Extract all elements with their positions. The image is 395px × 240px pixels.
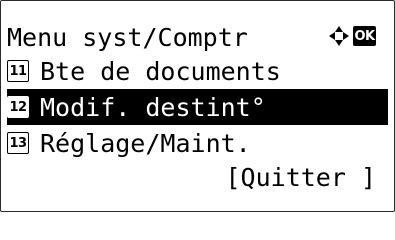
- menu-item-number: 12: [7, 96, 29, 118]
- footer-row: [Quitter ]: [7, 159, 388, 195]
- menu-item-reglage-maint[interactable]: 13 Réglage/Maint.: [7, 125, 388, 161]
- four-way-arrow-icon: [329, 26, 349, 46]
- menu-item-bte-de-documents[interactable]: 11 Bte de documents: [7, 53, 388, 89]
- nav-hint: OK: [328, 25, 376, 47]
- title-row: Menu syst/Comptr OK: [7, 19, 388, 55]
- menu-item-label: Modif. destint°: [40, 92, 266, 122]
- quit-softkey[interactable]: [Quitter ]: [225, 165, 388, 190]
- menu-item-number: 11: [7, 60, 29, 82]
- menu-item-number: 13: [7, 132, 29, 154]
- menu-item-label: Réglage/Maint.: [40, 128, 251, 158]
- lcd-screen: Menu syst/Comptr OK 11 Bte de documents …: [0, 0, 395, 212]
- screen-title: Menu syst/Comptr: [7, 22, 248, 52]
- menu-item-label: Bte de documents: [40, 56, 281, 86]
- ok-key-icon: OK: [353, 26, 376, 46]
- menu-item-modif-destint[interactable]: 12 Modif. destint°: [7, 89, 388, 125]
